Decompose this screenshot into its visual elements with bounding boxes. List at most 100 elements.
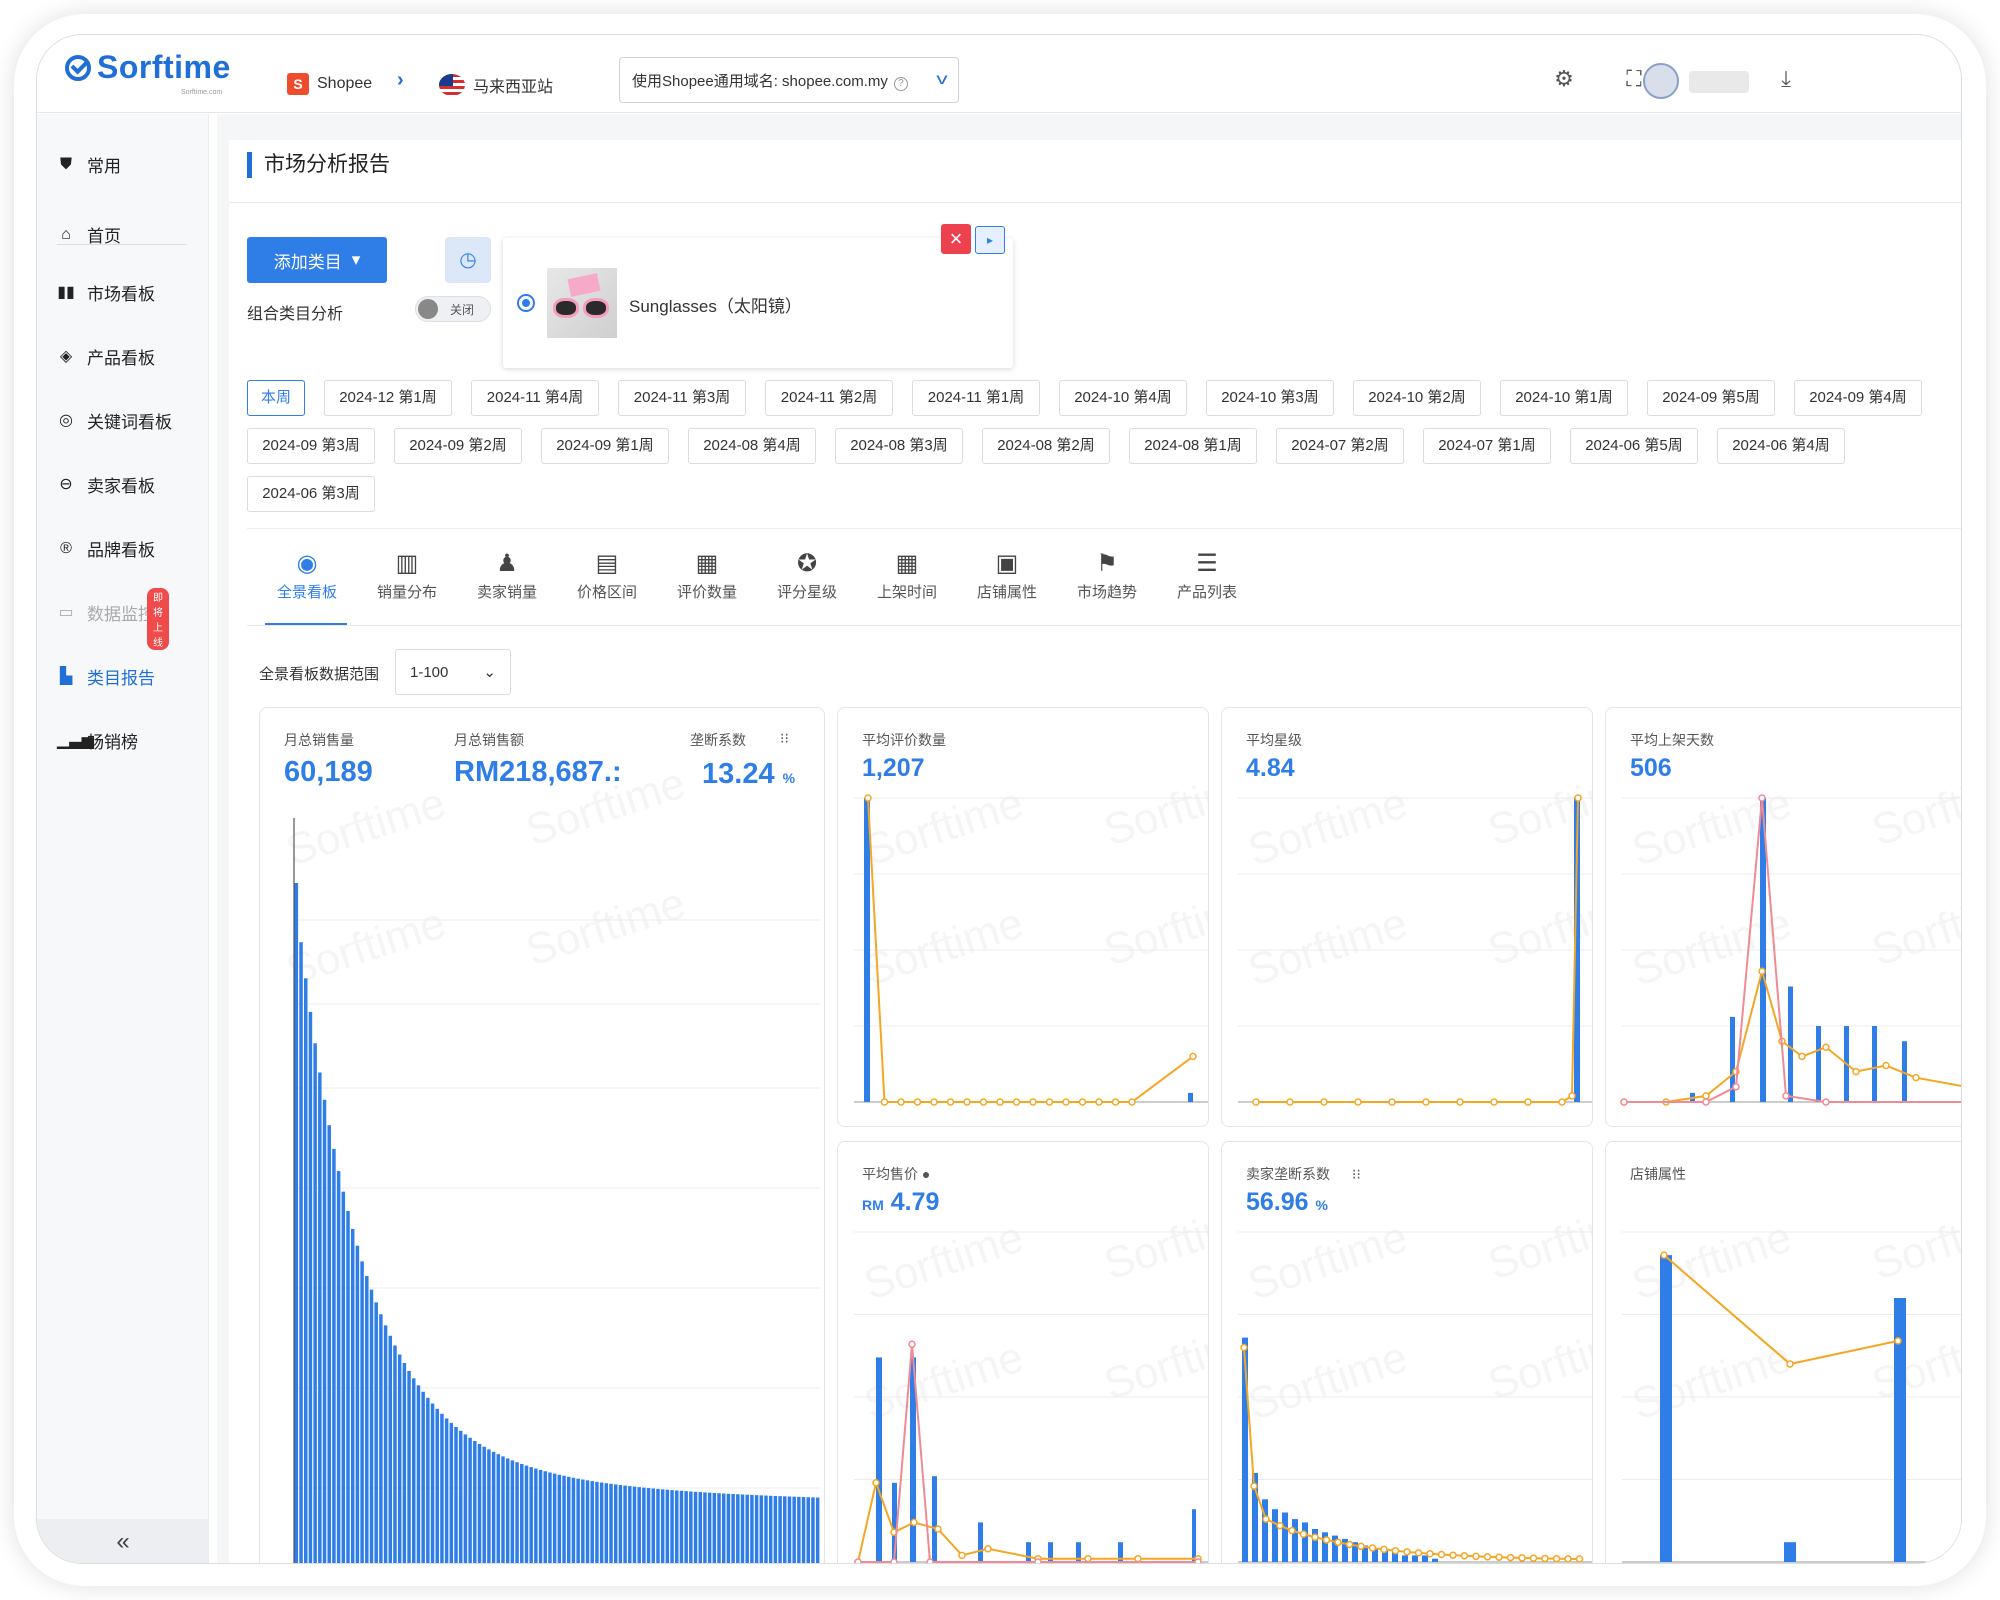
data-point xyxy=(1311,1533,1319,1541)
data-point xyxy=(1084,1554,1092,1563)
data-point xyxy=(1380,1545,1388,1554)
sidebar-item-product[interactable]: ◈ 产品看板 xyxy=(57,344,155,369)
add-category-label: 添加类目 xyxy=(273,252,342,272)
bar xyxy=(623,1485,627,1563)
bar xyxy=(773,1495,778,1563)
sidebar-item-keyword[interactable]: ◎ 关键词看板 xyxy=(57,408,172,433)
breadcrumb-platform[interactable]: S Shopee xyxy=(287,73,372,95)
week-option[interactable]: 2024-09 第3周 xyxy=(247,428,375,464)
week-option[interactable]: 2024-10 第3周 xyxy=(1206,380,1334,416)
tab-price[interactable]: ▤ 价格区间 xyxy=(567,547,647,602)
week-option[interactable]: 本周 xyxy=(247,380,305,416)
week-option[interactable]: 2024-08 第2周 xyxy=(982,428,1110,464)
bar xyxy=(327,1125,331,1563)
bar xyxy=(388,1335,393,1563)
week-option[interactable]: 2024-11 第2周 xyxy=(765,380,893,416)
week-option[interactable]: 2024-09 第4周 xyxy=(1794,380,1922,416)
collapse-sidebar-button[interactable]: « xyxy=(37,1519,209,1563)
data-point xyxy=(1568,1092,1576,1100)
data-point xyxy=(864,794,872,802)
sidebar-item-brand[interactable]: ® 品牌看板 xyxy=(57,536,155,561)
tab-review[interactable]: ▦ 评价数量 xyxy=(667,547,747,602)
tab-list[interactable]: ☰ 产品列表 xyxy=(1167,547,1247,602)
bar xyxy=(978,1522,983,1562)
week-option[interactable]: 2024-12 第1周 xyxy=(324,380,452,416)
data-point xyxy=(984,1545,992,1553)
settings-icon[interactable]: ⚙ xyxy=(1551,67,1577,91)
week-option[interactable]: 2024-07 第2周 xyxy=(1276,428,1404,464)
sidebar-item-favorites[interactable]: ⛊ 常用 xyxy=(57,152,121,177)
history-button[interactable]: ◷ xyxy=(445,237,491,283)
tab-label: 上架时间 xyxy=(876,584,937,601)
week-option[interactable]: 2024-06 第4周 xyxy=(1717,428,1845,464)
combo-analysis-toggle[interactable]: 关闭 xyxy=(415,296,491,322)
tab-store[interactable]: ▣ 店铺属性 xyxy=(967,547,1047,602)
watermark: Sorftime xyxy=(1098,758,1209,855)
data-point xyxy=(1437,1550,1446,1559)
week-option[interactable]: 2024-08 第1周 xyxy=(1129,428,1257,464)
week-option[interactable]: 2024-11 第3周 xyxy=(618,380,746,416)
category-radio[interactable] xyxy=(517,294,535,312)
bar xyxy=(322,1099,327,1563)
bar xyxy=(792,1496,796,1563)
sidebar-item-monitor[interactable]: ▭ 数据监控 即将上线 xyxy=(57,588,169,650)
bar xyxy=(759,1495,764,1563)
bar xyxy=(1894,1298,1906,1562)
logo[interactable]: Sorftime Sorftime.com xyxy=(65,49,231,96)
clock-icon: ◷ xyxy=(459,249,477,271)
bar xyxy=(397,1354,402,1563)
sales-chart-icon: ▥ xyxy=(395,550,419,577)
week-option[interactable]: 2024-09 第5周 xyxy=(1647,380,1775,416)
bar xyxy=(778,1496,782,1563)
sidebar-item-seller[interactable]: ⊖ 卖家看板 xyxy=(57,472,155,497)
help-icon[interactable]: ? xyxy=(893,76,908,91)
chevron-right-icon: › xyxy=(397,69,404,91)
data-point xyxy=(1732,1083,1740,1091)
data-point xyxy=(934,1525,942,1533)
bar xyxy=(369,1289,374,1563)
tab-star[interactable]: ✪ 评分星级 xyxy=(767,547,847,602)
tab-sales-chart[interactable]: ▥ 销量分布 xyxy=(367,547,447,602)
sidebar-item-label: 畅销榜 xyxy=(87,733,138,752)
download-icon[interactable]: ⤓ xyxy=(1773,67,1799,91)
watermark: Sorftime xyxy=(1626,778,1797,875)
week-option[interactable]: 2024-08 第4周 xyxy=(688,428,816,464)
week-option[interactable]: 2024-10 第4周 xyxy=(1059,380,1187,416)
week-option[interactable]: 2024-10 第2周 xyxy=(1353,380,1481,416)
week-option[interactable]: 2024-06 第5周 xyxy=(1570,428,1698,464)
bar xyxy=(534,1468,538,1563)
sidebar-item-category-report[interactable]: ▙ 类目报告 xyxy=(57,664,155,689)
week-option[interactable]: 2024-09 第1周 xyxy=(541,428,669,464)
week-option[interactable]: 2024-10 第1周 xyxy=(1500,380,1628,416)
add-category-button[interactable]: 添加类目 ▾ xyxy=(247,237,387,283)
bar xyxy=(520,1463,524,1563)
watermark: Sorftime xyxy=(1482,1192,1593,1289)
sidebar-item-home[interactable]: ⌂ 首页 xyxy=(57,222,121,247)
tab-calendar[interactable]: ▦ 上架时间 xyxy=(867,547,947,602)
week-option[interactable]: 2024-07 第1周 xyxy=(1423,428,1551,464)
sidebar-item-bestseller[interactable]: ▁▃▅ 畅销榜 xyxy=(57,728,138,753)
week-option[interactable]: 2024-11 第4周 xyxy=(471,380,599,416)
data-point xyxy=(1524,1098,1532,1106)
week-option[interactable]: 2024-09 第2周 xyxy=(394,428,522,464)
avatar[interactable] xyxy=(1643,63,1679,99)
data-point xyxy=(1575,1555,1584,1563)
thumbnail-tag xyxy=(567,273,601,297)
week-option[interactable]: 2024-11 第1周 xyxy=(912,380,1040,416)
tab-seller-sales[interactable]: ♟ 卖家销量 xyxy=(467,547,547,602)
data-point xyxy=(979,1098,988,1106)
tab-dashboard[interactable]: ◉ 全景看板 xyxy=(267,547,347,602)
tab-trend[interactable]: ⚑ 市场趋势 xyxy=(1067,547,1147,602)
breadcrumb-site[interactable]: 马来西亚站 xyxy=(439,73,553,97)
caret-down-icon: ▾ xyxy=(351,250,361,269)
week-option[interactable]: 2024-06 第3周 xyxy=(247,476,375,512)
range-select[interactable]: 1-100 ⌄ xyxy=(395,649,511,695)
sidebar-item-market[interactable]: ▮▮ 市场看板 xyxy=(57,280,155,305)
data-point xyxy=(1558,1098,1566,1106)
sidebar-item-label: 类目报告 xyxy=(87,669,155,688)
remove-category-button[interactable]: × xyxy=(941,224,971,254)
week-option[interactable]: 2024-08 第3周 xyxy=(835,428,963,464)
panel-sales-overview: 月总销售量 60,189 月总销售额 RM218,687.: 垄断系数 ⁝⁝ 1… xyxy=(259,707,825,1563)
expand-button[interactable]: ▸ xyxy=(975,226,1005,254)
domain-select[interactable]: 使用Shopee通用域名: shopee.com.my? v xyxy=(619,57,959,103)
